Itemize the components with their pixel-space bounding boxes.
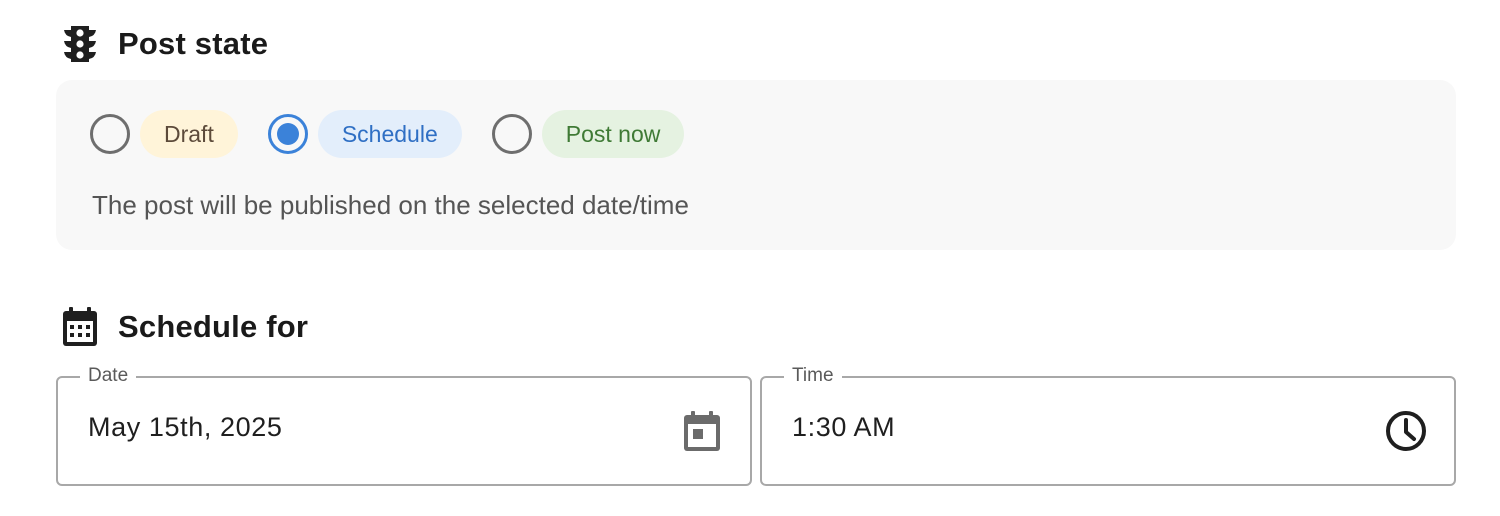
chip-post-now[interactable]: Post now: [541, 110, 685, 158]
post-state-header: Post state: [60, 22, 268, 66]
schedule-for-header: Schedule for: [60, 305, 308, 349]
radio-option-schedule[interactable]: Schedule: [267, 110, 462, 158]
post-settings-page: Post state Draft Schedule Post now The p…: [0, 0, 1500, 516]
post-state-panel: Draft Schedule Post now The post will be…: [56, 80, 1456, 250]
time-field-value[interactable]: 1:30 AM: [792, 412, 895, 443]
calendar-icon: [60, 305, 100, 349]
radio-post-now[interactable]: [491, 114, 532, 154]
post-state-title: Post state: [118, 26, 269, 61]
post-state-description: The post will be published on the select…: [92, 190, 689, 220]
traffic-light-icon: [60, 22, 100, 66]
date-field-value[interactable]: May 15th, 2025: [88, 412, 283, 443]
radio-schedule[interactable]: [267, 114, 308, 154]
chip-schedule[interactable]: Schedule: [317, 110, 462, 158]
time-field-label: Time: [784, 364, 842, 388]
date-field[interactable]: Date May 15th, 2025: [56, 364, 752, 486]
clock-icon[interactable]: [1384, 408, 1428, 454]
chip-draft[interactable]: Draft: [140, 110, 238, 158]
time-field[interactable]: Time 1:30 AM: [760, 364, 1456, 486]
calendar-picker-icon[interactable]: [680, 408, 724, 454]
radio-option-post-now[interactable]: Post now: [491, 110, 685, 158]
radio-draft[interactable]: [90, 114, 130, 154]
schedule-for-title: Schedule for: [118, 309, 309, 344]
date-field-label: Date: [80, 364, 137, 388]
radio-option-draft[interactable]: Draft: [90, 110, 238, 158]
post-state-radio-group: Draft Schedule Post now: [90, 110, 714, 158]
